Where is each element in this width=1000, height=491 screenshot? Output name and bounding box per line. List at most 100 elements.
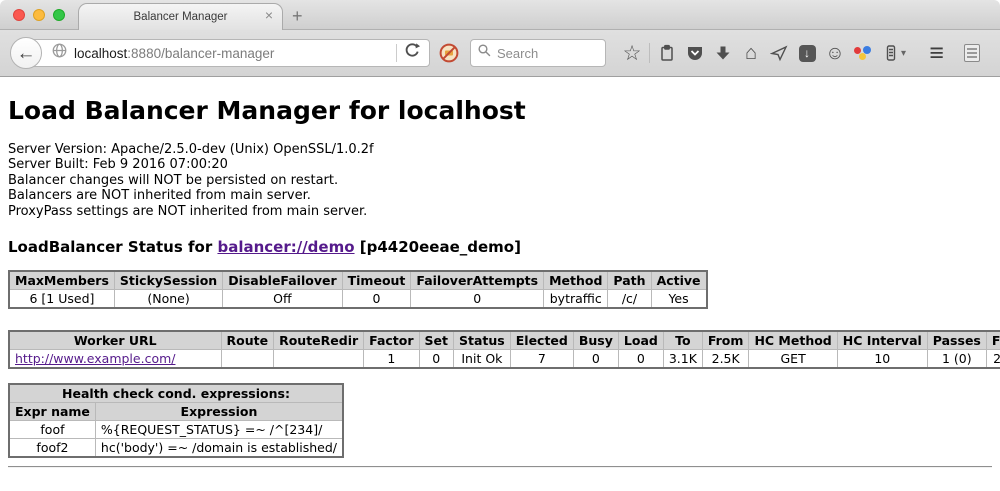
worker-column-header: From [702,331,749,350]
hamburger-icon: ≡ [929,41,943,66]
balancer-column-header: Method [544,271,608,290]
paper-plane-icon [770,44,788,62]
worker-column-header: Busy [573,331,618,350]
balancer-column-header: StickySession [114,271,222,290]
navigation-toolbar: ← localhost:8880/balancer-manager [0,30,1000,77]
worker-column-header: Elected [510,331,573,350]
home-icon: ⌂ [745,43,757,63]
toolbar-separator [649,43,650,63]
tab-title: Balancer Manager [134,11,228,23]
worker-column-header: HC Method [749,331,837,350]
worker-column-header: Passes [927,331,986,350]
square-download-icon: ↓ [799,45,816,62]
globe-icon [51,42,68,64]
worker-cell: 1 (0) [927,350,986,369]
worker-status-table: Worker URLRouteRouteRedirFactorSetStatus… [8,330,1000,369]
health-table-row: foof2hc('body') =~ /domain is establishe… [9,439,343,458]
health-table-header-row: Expr nameExpression [9,403,343,421]
reload-icon[interactable] [404,42,421,64]
new-tab-button[interactable]: + [292,6,303,27]
home-button[interactable]: ⌂ [737,39,765,67]
title-bar: Balancer Manager × + [0,0,1000,30]
url-bar[interactable]: localhost:8880/balancer-manager [26,39,430,67]
balancer-cell: bytraffic [544,290,608,309]
worker-column-header: Route [221,331,274,350]
search-input[interactable] [497,46,587,61]
back-button[interactable]: ← [10,37,42,69]
balancer-cell: 0 [342,290,411,309]
toolbar-icons: ☆ ⌂ [618,39,986,67]
search-bar[interactable] [470,39,606,67]
worker-cell: 10 [837,350,927,369]
balancer-column-header: Active [651,271,706,290]
page-tool-icon [964,44,980,62]
chevron-down-icon[interactable]: ▾ [901,48,906,59]
page-tool-button[interactable] [958,39,986,67]
health-expression-cell: %{REQUEST_STATUS} =~ /^[234]/ [95,421,343,439]
balancer-demo-link[interactable]: balancer://demo [217,238,354,256]
worker-column-header: To [663,331,702,350]
bookmark-star-button[interactable]: ☆ [618,39,646,67]
clipboard-button[interactable] [653,39,681,67]
balancer-column-header: Path [608,271,651,290]
worker-column-header: Status [454,331,511,350]
pocket-icon [686,44,704,62]
health-column-header: Expr name [9,403,95,421]
url-path: :8880/balancer-manager [127,46,274,61]
status-heading-prefix: LoadBalancer Status for [8,238,217,256]
balancer-cell: Yes [651,290,706,309]
balancer-cell: 0 [411,290,544,309]
status-heading-suffix: [p4420eeae_demo] [355,238,521,256]
colordots-addon-button[interactable] [849,39,877,67]
worker-cell [274,350,364,369]
download-arrow-icon [714,44,732,62]
tab-close-icon[interactable]: × [265,8,273,22]
balancer-table-data-row: 6 [1 Used](None)Off00bytraffic/c/Yes [9,290,707,309]
battery-icon [882,43,900,63]
health-column-header: Expression [95,403,343,421]
zoom-window-button[interactable] [53,9,65,21]
worker-cell [221,350,274,369]
plugin-blocked-icon[interactable] [439,43,459,63]
url-text: localhost:8880/balancer-manager [74,46,274,61]
color-dots-icon [854,44,872,62]
clipboard-icon [658,44,676,62]
download-addon-button[interactable]: ↓ [793,39,821,67]
health-table-title: Health check cond. expressions: [9,384,343,403]
downloads-button[interactable] [709,39,737,67]
balancer-column-header: FailoverAttempts [411,271,544,290]
close-window-button[interactable] [13,9,25,21]
health-expr-name-cell: foof2 [9,439,95,458]
worker-cell: 1 [364,350,419,369]
browser-window: Balancer Manager × + ← localhost:8880/ba… [0,0,1000,491]
balancer-cell: Off [223,290,342,309]
worker-column-header: HC Interval [837,331,927,350]
chat-button[interactable]: ☺ [821,39,849,67]
health-check-table: Health check cond. expressions: Expr nam… [8,383,344,458]
worker-cell: 7 [510,350,573,369]
worker-column-header: Worker URL [9,331,221,350]
health-expression-cell: hc('body') =~ /domain is established/ [95,439,343,458]
proxypass-notice-line: ProxyPass settings are NOT inherited fro… [8,204,992,219]
balancer-column-header: DisableFailover [223,271,342,290]
back-icon: ← [17,44,36,63]
bottom-divider [8,466,992,468]
worker-cell: 2 (0) [986,350,1000,369]
browser-tab[interactable]: Balancer Manager × [78,3,283,30]
balancer-cell: 6 [1 Used] [9,290,114,309]
worker-cell: 3.1K [663,350,702,369]
worker-url-link[interactable]: http://www.example.com/ [15,351,175,366]
urlbar-separator [396,44,397,62]
send-button[interactable] [765,39,793,67]
menu-button[interactable]: ≡ [922,39,950,67]
server-version-line: Server Version: Apache/2.5.0-dev (Unix) … [8,142,992,157]
minimize-window-button[interactable] [33,9,45,21]
worker-column-header: Set [419,331,453,350]
url-domain: localhost [74,46,127,61]
health-table-title-row: Health check cond. expressions: [9,384,343,403]
server-info: Server Version: Apache/2.5.0-dev (Unix) … [8,142,992,219]
worker-cell: 0 [618,350,663,369]
pocket-button[interactable] [681,39,709,67]
worker-cell: 0 [419,350,453,369]
worker-cell: 2.5K [702,350,749,369]
